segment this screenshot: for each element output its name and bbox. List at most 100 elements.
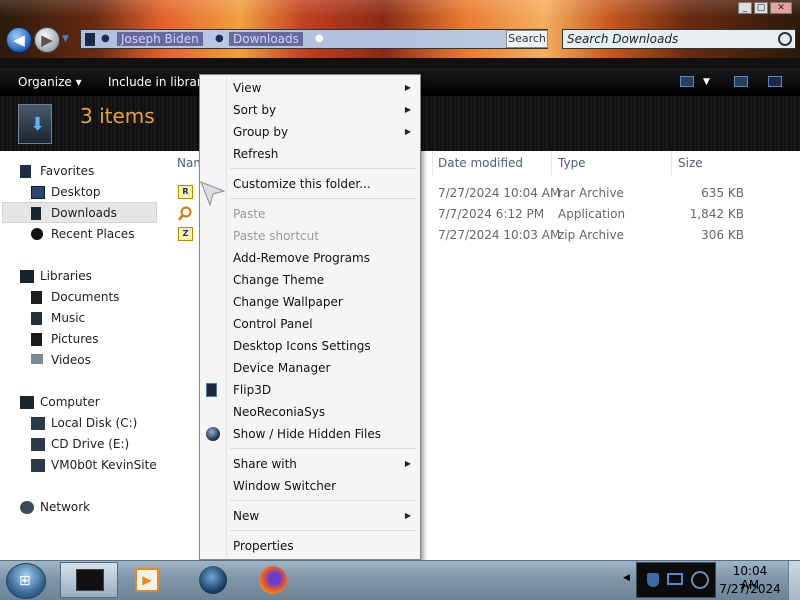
- file-size[interactable]: 1,842 KB: [678, 207, 744, 221]
- menu-label: New: [233, 509, 260, 523]
- back-button[interactable]: ◀: [6, 27, 32, 53]
- folder-icon: [85, 33, 95, 46]
- menu-item-device-manager[interactable]: Device Manager: [233, 358, 330, 378]
- view-dropdown-icon[interactable]: ▼: [703, 77, 710, 87]
- view-options-icon[interactable]: [680, 76, 694, 87]
- submenu-arrow-icon: ▶: [404, 127, 411, 136]
- breadcrumb-arrow-icon[interactable]: ●: [215, 33, 224, 44]
- file-size[interactable]: 635 KB: [678, 186, 744, 200]
- nav-label: Computer: [40, 395, 100, 409]
- file-type[interactable]: zip Archive: [558, 228, 624, 242]
- file-type[interactable]: Application: [558, 207, 625, 221]
- media-player-icon: ▶: [135, 568, 159, 592]
- menu-item-desktop-icons-settings[interactable]: Desktop Icons Settings: [233, 336, 371, 356]
- menu-item-customize-folder[interactable]: Customize this folder...: [233, 174, 371, 194]
- menu-label: Desktop Icons Settings: [233, 339, 371, 353]
- show-desktop-button[interactable]: [788, 561, 800, 600]
- cd-drive-icon: [31, 438, 45, 451]
- menu-label: Flip3D: [233, 383, 272, 397]
- menu-item-refresh[interactable]: Refresh: [233, 144, 278, 164]
- clock-date[interactable]: 7/27/2024: [718, 582, 782, 596]
- menu-item-show-hide-hidden-files[interactable]: Show / Hide Hidden Files: [233, 424, 381, 444]
- security-shield-icon[interactable]: [647, 573, 659, 587]
- recent-pages-dropdown-icon[interactable]: ▼: [62, 34, 69, 44]
- download-arrow-icon: ⬇: [30, 114, 46, 135]
- menu-item-sort-by[interactable]: Sort by: [233, 100, 417, 120]
- organize-button[interactable]: Organize ▾: [18, 75, 82, 89]
- network-icon: [20, 501, 34, 514]
- minimize-button[interactable]: _: [738, 2, 752, 14]
- hidden-files-icon: [206, 427, 220, 441]
- menu-label: Paste shortcut: [233, 229, 319, 243]
- taskbar-media-player-button[interactable]: ▶: [132, 562, 162, 598]
- volume-icon[interactable]: [691, 571, 709, 589]
- nav-label: Music: [51, 311, 86, 325]
- start-button[interactable]: ⊞: [6, 563, 46, 599]
- menu-item-properties[interactable]: Properties: [233, 536, 294, 556]
- include-in-library-button[interactable]: Include in library: [108, 75, 209, 89]
- taskbar-explorer-button[interactable]: [60, 562, 118, 598]
- column-divider[interactable]: [551, 151, 552, 175]
- column-date-modified-header[interactable]: Date modified: [438, 156, 523, 170]
- menu-separator: [230, 500, 416, 501]
- file-type[interactable]: rar Archive: [558, 186, 624, 200]
- menu-item-flip3d[interactable]: Flip3D: [233, 380, 271, 400]
- item-count: 3 items: [80, 104, 155, 128]
- notification-area: ◀: [623, 562, 716, 598]
- zip-icon[interactable]: Z: [178, 227, 193, 241]
- nav-label: Documents: [51, 290, 120, 304]
- menu-item-new[interactable]: New: [233, 506, 417, 526]
- menu-label: View: [233, 81, 262, 95]
- menu-label: Sort by: [233, 103, 277, 117]
- rar-icon[interactable]: R: [178, 185, 193, 199]
- menu-item-neoreconiasys[interactable]: NeoReconiaSys: [233, 402, 325, 422]
- globe-icon: [199, 566, 227, 594]
- nav-label: Videos: [51, 353, 91, 367]
- menu-item-share-with[interactable]: Share with: [233, 454, 417, 474]
- search-button[interactable]: Search: [506, 30, 548, 48]
- nav-label: Pictures: [51, 332, 99, 346]
- file-date[interactable]: 7/27/2024 10:03 AM: [438, 228, 560, 242]
- downloads-icon: [31, 207, 41, 220]
- menu-label: Paste: [233, 207, 266, 221]
- breadcrumb-user[interactable]: Joseph Biden: [117, 32, 203, 46]
- menu-item-control-panel[interactable]: Control Panel: [233, 314, 313, 334]
- taskbar-ie-button[interactable]: [196, 562, 230, 598]
- column-divider[interactable]: [671, 151, 672, 175]
- maximize-button[interactable]: ▢: [754, 2, 768, 14]
- taskbar-firefox-button[interactable]: [256, 562, 290, 598]
- help-icon[interactable]: [768, 76, 782, 87]
- menu-item-window-switcher[interactable]: Window Switcher: [233, 476, 336, 496]
- menu-item-add-remove-programs[interactable]: Add-Remove Programs: [233, 248, 370, 268]
- forward-button[interactable]: ▶: [34, 27, 60, 53]
- nav-label: Desktop: [51, 185, 101, 199]
- column-type-header[interactable]: Type: [558, 156, 586, 170]
- column-size-header[interactable]: Size: [678, 156, 703, 170]
- breadcrumb-downloads[interactable]: Downloads: [229, 32, 303, 46]
- file-size[interactable]: 306 KB: [678, 228, 744, 242]
- breadcrumb-arrow-icon[interactable]: ●: [315, 33, 324, 44]
- menu-item-group-by[interactable]: Group by: [233, 122, 417, 142]
- menu-item-change-wallpaper[interactable]: Change Wallpaper: [233, 292, 343, 312]
- nav-label: Downloads: [51, 206, 117, 220]
- file-date[interactable]: 7/27/2024 10:04 AM: [438, 186, 560, 200]
- nav-label: CD Drive (E:): [51, 437, 130, 451]
- file-date[interactable]: 7/7/2024 6:12 PM: [438, 207, 544, 221]
- hard-drive-icon: [31, 417, 45, 430]
- menu-label: Properties: [233, 539, 294, 553]
- context-menu: View ▶ Sort by ▶ Group by ▶ Refresh Cust…: [199, 74, 421, 560]
- menu-item-change-theme[interactable]: Change Theme: [233, 270, 324, 290]
- menu-label: Refresh: [233, 147, 279, 161]
- breadcrumb-arrow-icon[interactable]: ●: [101, 33, 110, 44]
- menu-item-view[interactable]: View: [233, 78, 417, 98]
- search-input[interactable]: Search Downloads: [562, 29, 796, 49]
- application-icon[interactable]: [178, 206, 193, 221]
- search-icon[interactable]: [778, 32, 792, 46]
- address-bar[interactable]: ● Joseph Biden ● Downloads ●: [80, 29, 548, 49]
- close-button[interactable]: ✕: [770, 2, 792, 14]
- column-divider[interactable]: [432, 151, 433, 175]
- preview-pane-icon[interactable]: [734, 76, 748, 87]
- network-status-icon[interactable]: [667, 573, 683, 585]
- show-hidden-icons-icon[interactable]: ◀: [623, 573, 630, 583]
- menu-label: Change Wallpaper: [233, 295, 343, 309]
